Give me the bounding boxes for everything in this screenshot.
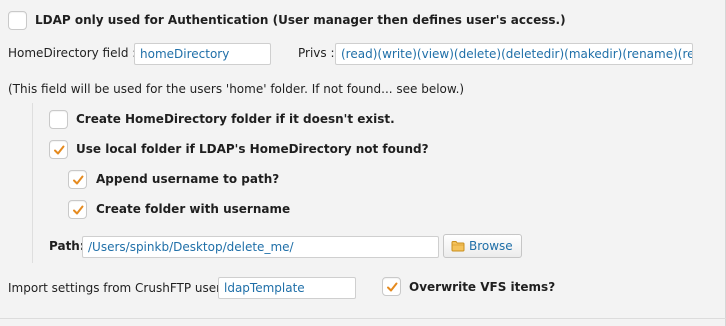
home-directory-help-text: (This field will be used for the users '… — [8, 82, 465, 96]
use-local-folder-label: Use local folder if LDAP's HomeDirectory… — [76, 142, 429, 156]
create-home-folder-checkbox[interactable] — [49, 110, 68, 129]
append-username-label: Append username to path? — [96, 172, 280, 186]
ldap-settings-panel: LDAP only used for Authentication (User … — [0, 0, 726, 326]
bottom-divider — [0, 318, 726, 319]
checkmark-icon — [54, 145, 65, 155]
home-directory-input[interactable]: homeDirectory — [134, 43, 271, 65]
overwrite-vfs-checkbox[interactable] — [382, 277, 401, 296]
privs-label: Privs : — [298, 46, 335, 60]
checkmark-icon — [73, 205, 84, 215]
folder-icon — [451, 241, 465, 252]
append-username-checkbox[interactable] — [68, 170, 87, 189]
home-directory-label: HomeDirectory field : — [8, 46, 137, 60]
create-home-folder-label: Create HomeDirectory folder if it doesn'… — [76, 112, 395, 126]
ldap-only-label: LDAP only used for Authentication (User … — [35, 13, 566, 27]
privs-input[interactable]: (read)(write)(view)(delete)(deletedir)(m… — [335, 43, 693, 65]
browse-button-label: Browse — [469, 239, 513, 253]
indent-divider — [32, 103, 33, 263]
path-label: Path: — [49, 239, 85, 253]
checkmark-icon — [387, 282, 398, 292]
path-input[interactable]: /Users/spinkb/Desktop/delete_me/ — [82, 236, 439, 258]
import-settings-input[interactable]: ldapTemplate — [218, 277, 356, 299]
overwrite-vfs-label: Overwrite VFS items? — [409, 280, 556, 294]
create-folder-username-label: Create folder with username — [96, 202, 291, 216]
browse-button[interactable]: Browse — [443, 234, 522, 258]
checkmark-icon — [73, 175, 84, 185]
create-folder-username-checkbox[interactable] — [68, 200, 87, 219]
import-settings-label: Import settings from CrushFTP user : — [8, 281, 229, 295]
ldap-only-checkbox[interactable] — [8, 11, 27, 30]
use-local-folder-checkbox[interactable] — [49, 140, 68, 159]
